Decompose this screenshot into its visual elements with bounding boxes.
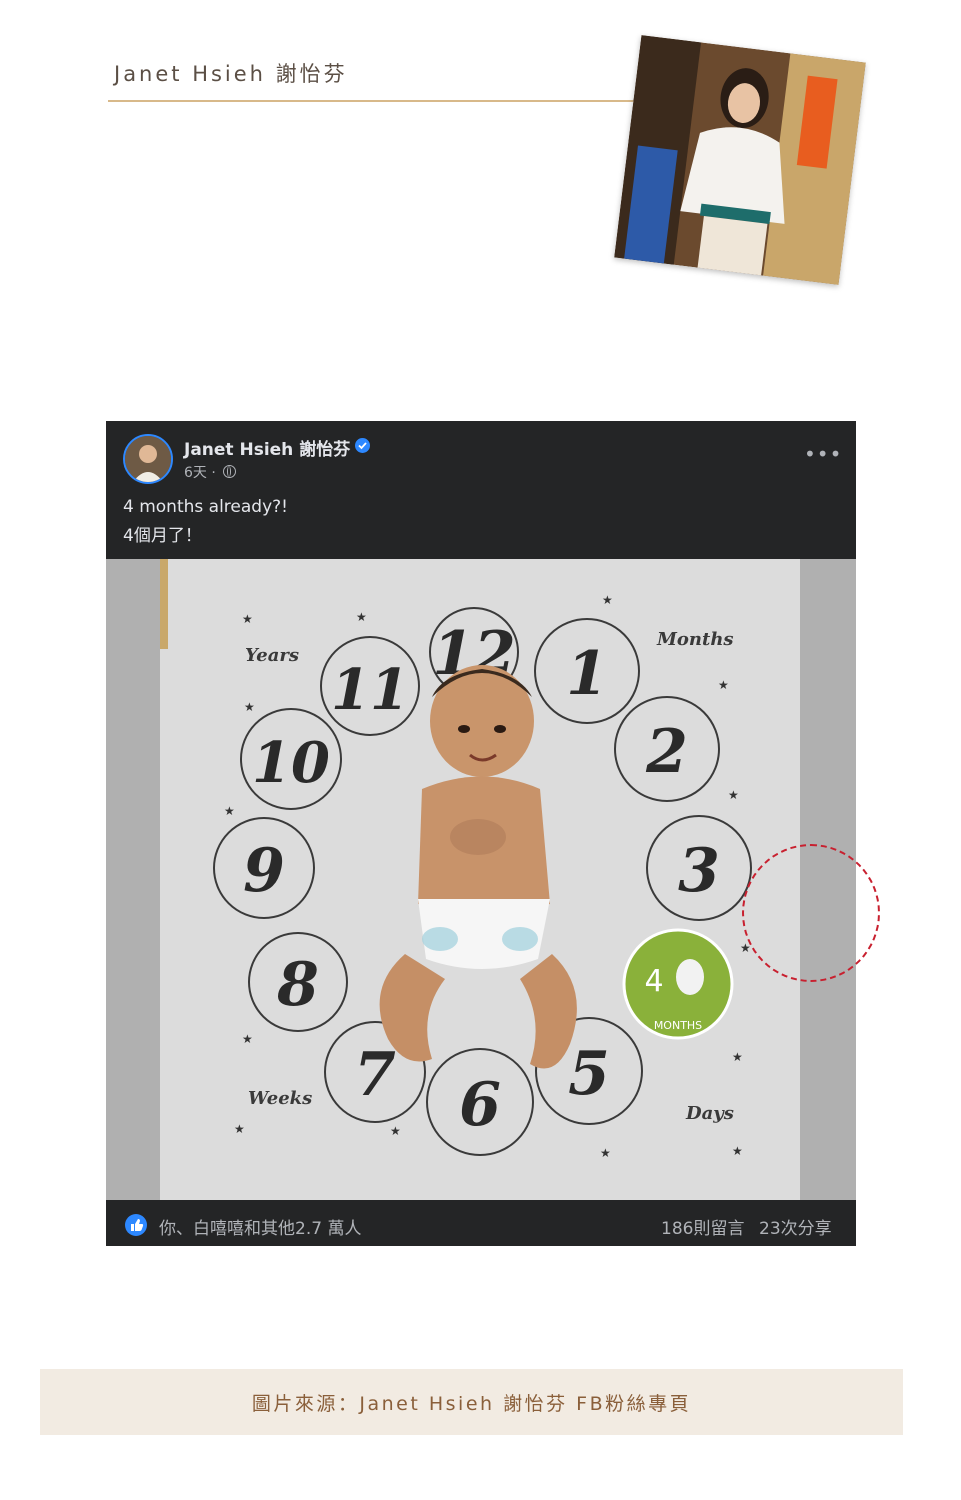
post-text-line-2: 4個月了！ <box>123 526 202 546</box>
caption-text: 圖片來源：Janet Hsieh 謝怡芬 FB粉絲專頁 <box>251 1393 692 1415</box>
blanket-label-months: Months <box>656 629 734 650</box>
svg-text:★: ★ <box>390 1124 401 1138</box>
svg-text:★: ★ <box>718 678 729 692</box>
reactions-summary[interactable]: 你、白嘻嘻和其他2.7 萬人 <box>159 1214 361 1239</box>
blanket-label-years: Years <box>245 645 299 666</box>
page-name[interactable]: Janet Hsieh 謝怡芬 <box>184 435 350 460</box>
clock-number: 6 <box>459 1070 501 1140</box>
baby-milestone-photo: 12 1 2 3 5 6 7 8 9 10 11 Years Months We… <box>160 559 800 1200</box>
post-photo[interactable]: 12 1 2 3 5 6 7 8 9 10 11 Years Months We… <box>106 559 856 1200</box>
post-text-line-1: 4 months already?! <box>123 497 288 517</box>
blanket-label-weeks: Weeks <box>248 1088 312 1109</box>
sticker-number: 4 <box>644 964 663 999</box>
svg-text:★: ★ <box>242 612 253 626</box>
clock-number: 1 <box>566 639 608 709</box>
svg-text:★: ★ <box>602 593 613 607</box>
sticker-label: MONTHS <box>654 1019 702 1032</box>
svg-text:★: ★ <box>242 1032 253 1046</box>
clock-number: 3 <box>678 836 720 906</box>
svg-text:★: ★ <box>234 1122 245 1136</box>
clock-number: 2 <box>645 717 688 787</box>
post-header: Janet Hsieh 謝怡芬 6天 · ••• 4 months alread… <box>106 421 856 559</box>
more-options-icon[interactable]: ••• <box>804 444 842 464</box>
timestamp[interactable]: 6天 · <box>184 465 216 481</box>
image-source-caption: 圖片來源：Janet Hsieh 謝怡芬 FB粉絲專頁 <box>40 1369 903 1435</box>
clock-number: 8 <box>276 950 319 1020</box>
divider <box>108 100 640 102</box>
clock-number: 11 <box>331 657 409 723</box>
post-meta[interactable]: 6天 · <box>184 462 237 482</box>
like-reaction-icon <box>125 1214 147 1236</box>
svg-text:★: ★ <box>728 788 739 802</box>
clock-number: 10 <box>252 730 330 796</box>
verified-badge-icon <box>355 438 370 453</box>
blanket-label-days: Days <box>685 1103 734 1124</box>
facebook-post: Janet Hsieh 謝怡芬 6天 · ••• 4 months alread… <box>106 421 856 1246</box>
svg-text:★: ★ <box>732 1144 743 1158</box>
svg-text:★: ★ <box>732 1050 743 1064</box>
month-sticker: 4 MONTHS <box>622 928 734 1040</box>
shares-count[interactable]: 23次分享 <box>759 1214 832 1239</box>
highlight-circle <box>742 844 880 982</box>
svg-text:★: ★ <box>224 804 235 818</box>
profile-photo <box>614 35 866 285</box>
avatar[interactable] <box>123 434 173 484</box>
post-footer: 你、白嘻嘻和其他2.7 萬人 186則留言 23次分享 <box>106 1200 856 1246</box>
svg-text:★: ★ <box>356 610 367 624</box>
clock-number: 7 <box>354 1040 396 1110</box>
comments-count[interactable]: 186則留言 <box>661 1214 744 1239</box>
svg-text:★: ★ <box>244 700 255 714</box>
author-label: Janet Hsieh 謝怡芬 <box>114 62 348 86</box>
clock-number: 9 <box>243 836 285 906</box>
svg-text:★: ★ <box>600 1146 611 1160</box>
globe-icon <box>223 465 237 478</box>
clock-number: 5 <box>568 1039 610 1109</box>
